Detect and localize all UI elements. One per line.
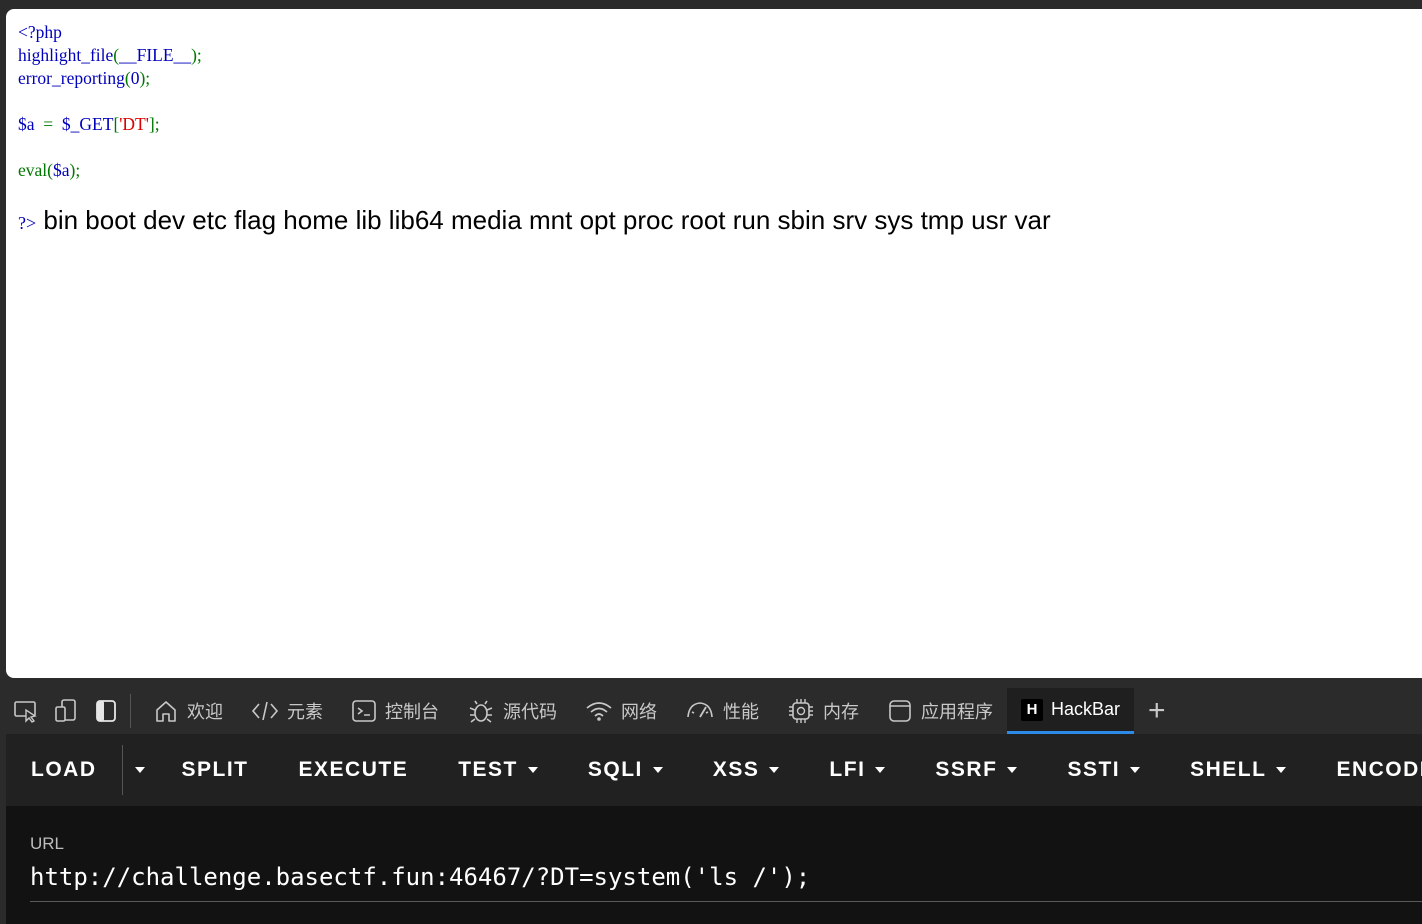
tab-label: 控制台 [385,702,439,722]
chevron-down-icon [875,767,886,773]
wifi-icon [586,702,612,721]
tab-label: 欢迎 [187,702,223,722]
assign-op: = [34,114,62,134]
tab-elements[interactable]: 元素 [237,688,337,734]
tab-label: HackBar [1051,699,1121,719]
button-label: LFI [829,758,866,781]
load-button[interactable]: LOAD [6,734,122,806]
button-label: SPLIT [181,758,249,781]
get-key-string: 'DT' [119,114,149,134]
add-tab-button[interactable]: + [1134,688,1180,734]
button-label: EXECUTE [298,758,409,781]
php-source-code: <?php highlight_file(__FILE__); error_re… [18,21,202,182]
tab-label: 源代码 [503,702,557,722]
ssti-menu-button[interactable]: SSTI [1042,734,1165,806]
hackbar-toolbar: LOAD SPLIT EXECUTE TEST SQLI XSS LFI SSR… [6,734,1422,806]
tab-welcome[interactable]: 欢迎 [139,688,237,734]
shell-menu-button[interactable]: SHELL [1165,734,1311,806]
url-input-underline [30,901,1422,902]
tab-application[interactable]: 应用程序 [873,688,1007,734]
chevron-down-icon [134,767,145,773]
app-icon [889,700,911,722]
ssrf-menu-button[interactable]: SSRF [910,734,1042,806]
chevron-down-icon [652,767,663,773]
tab-performance[interactable]: 性能 [671,688,773,734]
chip-icon [789,699,813,723]
sqli-menu-button[interactable]: SQLI [563,734,688,806]
tab-hackbar[interactable]: H HackBar [1007,688,1135,734]
chevron-down-icon [527,767,538,773]
split-button[interactable]: SPLIT [157,734,274,806]
hackbar-logo: H [1021,698,1043,721]
bracket-close: ]; [148,114,160,134]
button-label: ENCODING [1336,758,1422,781]
get-superglobal: $_GET [61,114,114,134]
test-menu-button[interactable]: TEST [433,734,563,806]
url-panel: URL http://challenge.basectf.fun:46467/?… [6,806,1422,924]
highlight-file-call: highlight_file [18,45,114,65]
url-input[interactable]: http://challenge.basectf.fun:46467/?DT=s… [30,863,810,891]
eval-call: eval [18,160,48,180]
tab-label: 性能 [723,702,759,722]
console-icon [352,700,376,722]
paren-close: ); [139,68,151,88]
bug-icon [469,700,493,723]
tab-console[interactable]: 控制台 [337,688,453,734]
devtools-tab-bar: 欢迎 元素 控制台 源代码 网络 性能 内存 应用程序 H HackBar + [6,688,1422,734]
error-reporting-call: error_reporting [18,68,125,88]
tab-label: 元素 [287,702,323,722]
xss-menu-button[interactable]: XSS [688,734,805,806]
ls-output-text: bin boot dev etc flag home lib lib64 med… [36,205,1051,235]
var-a: $a [18,114,35,134]
php-close-tag: ?> [18,213,37,233]
button-label: SSTI [1067,758,1121,781]
dock-side-icon[interactable] [86,691,126,731]
button-label: SQLI [587,758,643,781]
tab-network[interactable]: 网络 [571,688,671,734]
inspect-element-icon[interactable] [6,691,46,731]
button-label: SHELL [1190,758,1267,781]
file-constant: __FILE__ [119,45,192,65]
gauge-icon [687,702,713,718]
paren-close: ); [69,160,81,180]
php-source-page: <?php highlight_file(__FILE__); error_re… [6,9,1422,678]
tab-memory[interactable]: 内存 [773,688,873,734]
chevron-down-icon [1007,767,1018,773]
paren-close: ); [191,45,202,65]
url-field-label: URL [30,834,65,853]
toolbar-divider [130,694,131,728]
device-emulation-icon[interactable] [46,691,86,731]
button-label: SSRF [935,758,998,781]
chevron-down-icon [769,767,780,773]
lfi-menu-button[interactable]: LFI [804,734,910,806]
eval-arg: $a [52,160,70,180]
execute-button[interactable]: EXECUTE [274,734,434,806]
php-open-tag: <?php [18,22,62,42]
tab-label: 网络 [621,702,657,722]
chevron-down-icon [1276,767,1287,773]
encoding-menu-button[interactable]: ENCODING [1311,734,1422,806]
home-icon [156,701,176,722]
load-options-dropdown[interactable] [121,745,157,795]
chevron-down-icon [1130,767,1141,773]
tab-label: 应用程序 [921,702,993,722]
command-output: ?> bin boot dev etc flag home lib lib64 … [18,205,1051,236]
button-label: TEST [458,758,518,781]
button-label: XSS [712,758,760,781]
button-label: LOAD [31,758,97,781]
tab-label: 内存 [823,702,859,722]
tab-sources[interactable]: 源代码 [453,688,571,734]
code-icon [251,701,279,721]
